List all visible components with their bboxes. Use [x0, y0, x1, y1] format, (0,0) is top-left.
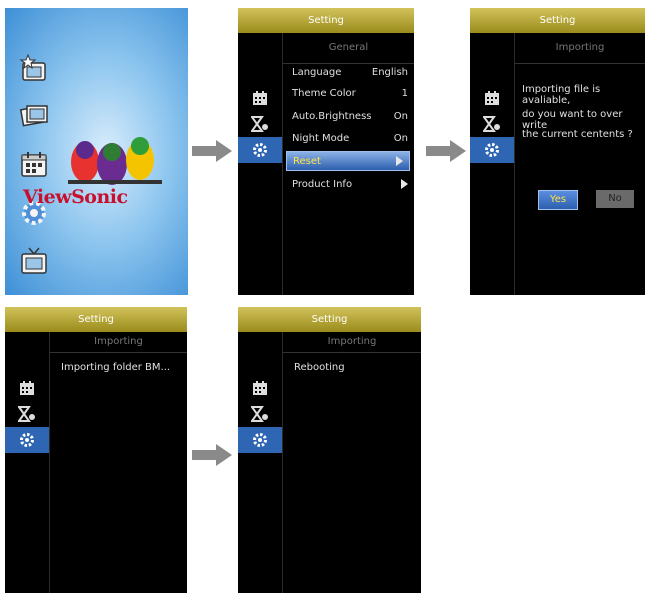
- settings-panel-import-confirm: Setting Importing Importing file is aval…: [470, 8, 645, 295]
- settings-sidebar: [470, 33, 515, 295]
- birds-logo: [68, 137, 162, 185]
- gear-icon: [485, 143, 499, 157]
- setting-row-product-info[interactable]: Product Info: [286, 174, 414, 194]
- tv-icon[interactable]: [19, 246, 49, 276]
- chevron-right-icon: [396, 156, 403, 166]
- arrow-right-icon: [192, 444, 232, 466]
- calendar-icon: [253, 381, 267, 395]
- settings-sidebar: [238, 332, 283, 593]
- no-button[interactable]: No: [596, 190, 634, 208]
- sidebar-item-calendar[interactable]: [470, 85, 514, 111]
- panel-subtitle: Importing: [283, 332, 421, 353]
- sidebar-item-settings[interactable]: [238, 137, 282, 163]
- panel-title: Setting: [238, 8, 414, 33]
- brand-logo: ViewSonic: [23, 186, 128, 208]
- settings-panel-importing: Setting Importing Importing folder BM...: [5, 307, 187, 593]
- hourglass-icon: [18, 406, 35, 422]
- dialog-message-line: the current centents ?: [522, 129, 633, 140]
- status-message: Importing folder BM...: [61, 362, 171, 373]
- calendar-icon: [485, 91, 499, 105]
- settings-sidebar: [238, 33, 283, 295]
- settings-panel-general: Setting General Language English Theme Co…: [238, 8, 414, 295]
- sidebar-item-timer[interactable]: [238, 401, 282, 427]
- panel-subtitle: General: [283, 33, 414, 64]
- panel-subtitle: Importing: [515, 33, 645, 64]
- gear-icon: [20, 433, 34, 447]
- star-photo-icon[interactable]: [19, 53, 49, 83]
- settings-sidebar: [5, 332, 50, 593]
- setting-row-theme-color[interactable]: Theme Color 1: [286, 83, 414, 103]
- sidebar-item-settings[interactable]: [470, 137, 514, 163]
- sidebar-item-settings[interactable]: [5, 427, 49, 453]
- sidebar-item-calendar[interactable]: [238, 85, 282, 111]
- setting-row-reset[interactable]: Reset: [286, 151, 410, 171]
- calendar-icon: [20, 381, 34, 395]
- arrow-right-icon: [426, 140, 466, 162]
- dialog-message-line: do you want to over write: [522, 109, 623, 131]
- sidebar-item-settings[interactable]: [238, 427, 282, 453]
- sidebar-item-timer[interactable]: [470, 111, 514, 137]
- calendar-icon[interactable]: [19, 149, 49, 179]
- dialog-message-line: Importing file is avaliable,: [522, 84, 601, 106]
- photos-icon[interactable]: [19, 100, 49, 130]
- sidebar-item-calendar[interactable]: [238, 375, 282, 401]
- gear-icon: [253, 433, 267, 447]
- arrow-right-icon: [192, 140, 232, 162]
- calendar-icon: [253, 91, 267, 105]
- setting-row-language[interactable]: Language English: [286, 62, 414, 82]
- gear-icon: [253, 143, 267, 157]
- sidebar-item-timer[interactable]: [238, 111, 282, 137]
- setting-row-auto-brightness[interactable]: Auto.Brightness On: [286, 106, 414, 126]
- yes-button[interactable]: Yes: [538, 190, 578, 210]
- home-screen: ViewSonic: [5, 8, 188, 295]
- chevron-right-icon: [401, 179, 408, 189]
- sidebar-item-timer[interactable]: [5, 401, 49, 427]
- settings-panel-rebooting: Setting Importing Rebooting: [238, 307, 421, 593]
- status-message: Rebooting: [294, 362, 345, 373]
- panel-title: Setting: [5, 307, 187, 332]
- panel-subtitle: Importing: [50, 332, 187, 353]
- hourglass-icon: [483, 116, 500, 132]
- hourglass-icon: [251, 406, 268, 422]
- panel-title: Setting: [470, 8, 645, 33]
- panel-title: Setting: [238, 307, 421, 332]
- sidebar-item-calendar[interactable]: [5, 375, 49, 401]
- setting-row-night-mode[interactable]: Night Mode On: [286, 128, 414, 148]
- hourglass-icon: [251, 116, 268, 132]
